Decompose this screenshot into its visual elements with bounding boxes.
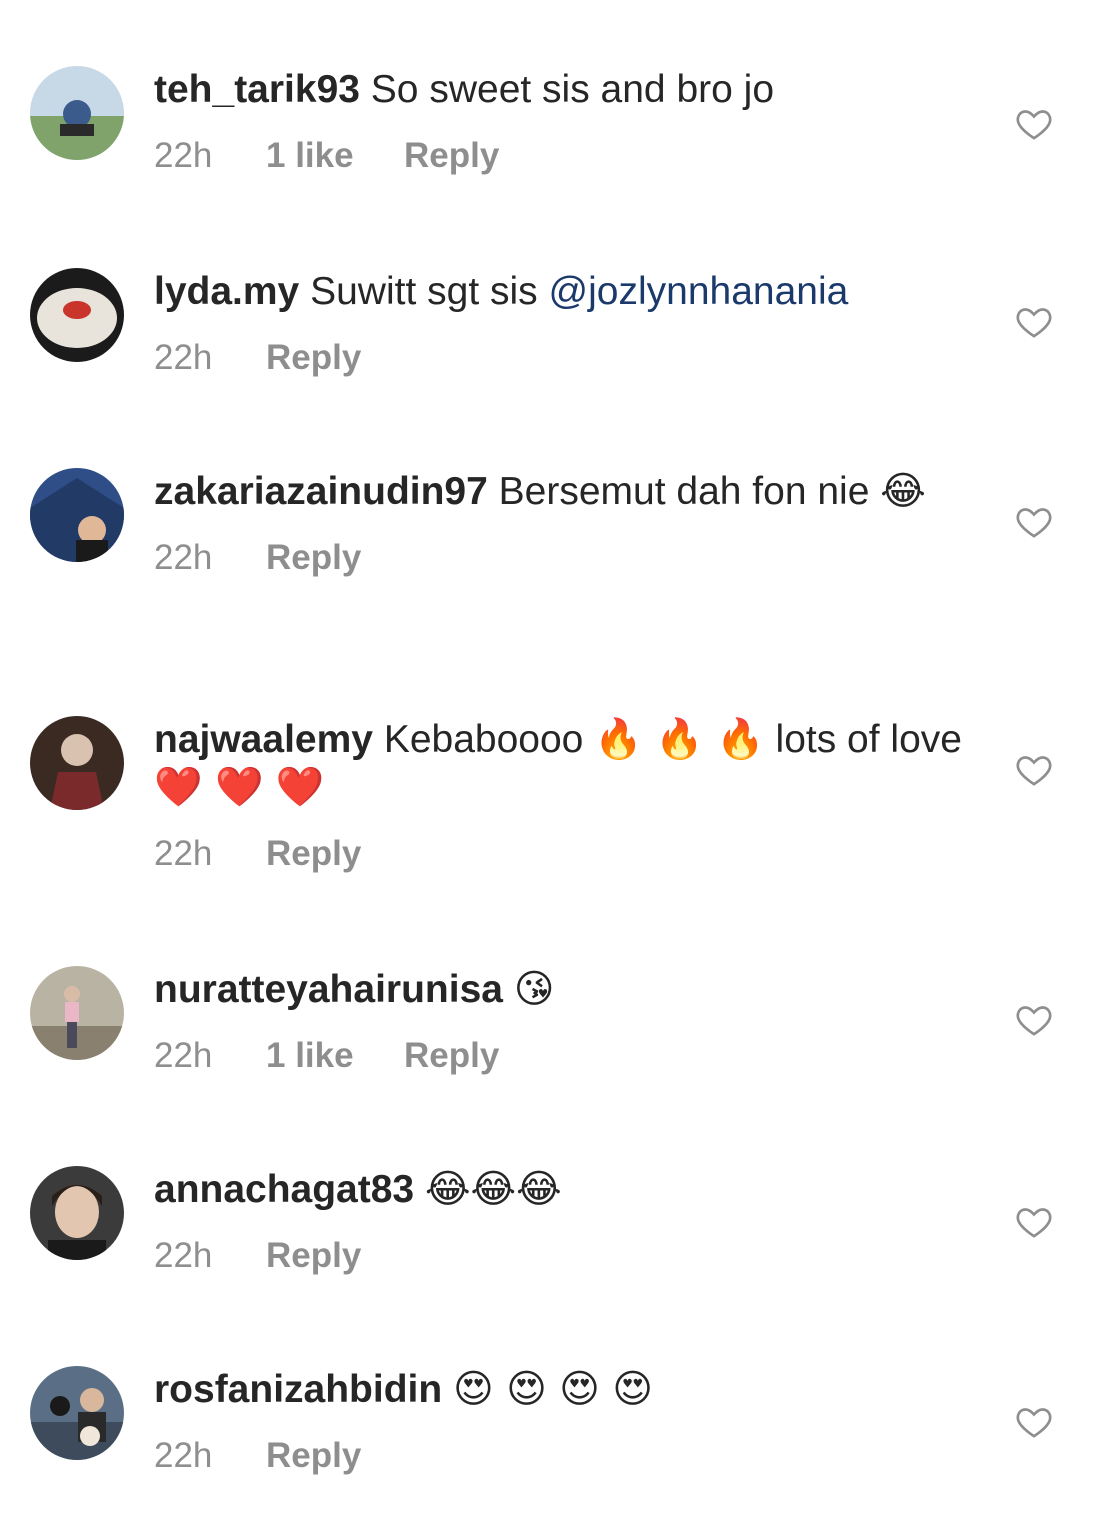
emoji-laughing: 😂😂😂: [424, 1167, 562, 1212]
comment-body: najwaalemy Kebaboooo 🔥 🔥 🔥 lots of love …: [154, 716, 964, 874]
avatar[interactable]: [30, 966, 124, 1060]
comment-text: najwaalemy Kebaboooo 🔥 🔥 🔥 lots of love …: [154, 716, 964, 812]
comment-username[interactable]: najwaalemy: [154, 718, 373, 761]
comment-body: nuratteyahairunisa 😘 22h 1 like Reply: [154, 966, 964, 1076]
comment-message: Kebaboooo: [383, 718, 584, 761]
comment-meta: 22h Reply: [154, 338, 964, 378]
comment-meta: 22h Reply: [154, 538, 964, 578]
comment-username[interactable]: lyda.my: [154, 270, 299, 313]
comment-meta: 22h Reply: [154, 1436, 964, 1476]
comment-body: rosfanizahbidin 😍 😍 😍 😍 22h Reply: [154, 1366, 964, 1476]
emoji-fire: 🔥 🔥 🔥: [594, 717, 765, 762]
reply-button[interactable]: Reply: [266, 1236, 361, 1276]
comment-body: zakariazainudin97 Bersemut dah fon nie 😂…: [154, 468, 964, 578]
comment-username[interactable]: rosfanizahbidin: [154, 1368, 442, 1411]
comment-text: lyda.my Suwitt sgt sis @jozlynnhanania: [154, 268, 964, 316]
reply-button[interactable]: Reply: [404, 136, 499, 176]
avatar[interactable]: [30, 66, 124, 160]
comment-username[interactable]: nuratteyahairunisa: [154, 968, 503, 1011]
reply-button[interactable]: Reply: [266, 538, 361, 578]
comment-message: So sweet sis and bro jo: [370, 68, 775, 111]
comment-body: annachagat83 😂😂😂 22h Reply: [154, 1166, 964, 1276]
comment-message: Bersemut dah fon nie: [498, 470, 870, 513]
reply-button[interactable]: Reply: [404, 1036, 499, 1076]
emoji-heart-eyes: 😍 😍 😍 😍: [453, 1367, 653, 1412]
comment-meta: 22h Reply: [154, 1236, 964, 1276]
heart-outline-icon[interactable]: [1014, 1402, 1054, 1442]
comment-text: teh_tarik93 So sweet sis and bro jo: [154, 66, 964, 114]
comment-time: 22h: [154, 834, 213, 873]
comment-message-2: lots of love: [775, 718, 962, 761]
comment-meta: 22h 1 like Reply: [154, 136, 964, 176]
comment-time: 22h: [154, 136, 213, 175]
comment-body: lyda.my Suwitt sgt sis @jozlynnhanania 2…: [154, 268, 964, 378]
heart-outline-icon[interactable]: [1014, 750, 1054, 790]
heart-outline-icon[interactable]: [1014, 1000, 1054, 1040]
heart-outline-icon[interactable]: [1014, 1202, 1054, 1242]
comment-text: nuratteyahairunisa 😘: [154, 966, 964, 1014]
comment-mention[interactable]: @jozlynnhanania: [549, 270, 849, 313]
comment-text: zakariazainudin97 Bersemut dah fon nie 😂: [154, 468, 964, 516]
reply-button[interactable]: Reply: [266, 338, 361, 378]
comment-text: annachagat83 😂😂😂: [154, 1166, 964, 1214]
comment-time: 22h: [154, 1036, 213, 1075]
avatar[interactable]: [30, 716, 124, 810]
avatar[interactable]: [30, 1366, 124, 1460]
comment-text: rosfanizahbidin 😍 😍 😍 😍: [154, 1366, 964, 1414]
emoji-laughing: 😂: [880, 469, 926, 514]
emoji-kiss: 😘: [513, 967, 555, 1012]
comment-username[interactable]: annachagat83: [154, 1168, 414, 1211]
comment-time: 22h: [154, 338, 213, 377]
comment-likes[interactable]: 1 like: [266, 136, 404, 176]
reply-button[interactable]: Reply: [266, 834, 361, 874]
comment-likes[interactable]: 1 like: [266, 1036, 404, 1076]
heart-outline-icon[interactable]: [1014, 104, 1054, 144]
comment-username[interactable]: teh_tarik93: [154, 68, 360, 111]
comment-username[interactable]: zakariazainudin97: [154, 470, 488, 513]
heart-outline-icon[interactable]: [1014, 302, 1054, 342]
emoji-heart: ❤️ ❤️ ❤️: [154, 765, 325, 810]
avatar[interactable]: [30, 1166, 124, 1260]
comment-message: Suwitt sgt sis: [310, 270, 538, 313]
comment-body: teh_tarik93 So sweet sis and bro jo 22h …: [154, 66, 964, 176]
comment-meta: 22h Reply: [154, 834, 964, 874]
avatar[interactable]: [30, 468, 124, 562]
reply-button[interactable]: Reply: [266, 1436, 361, 1476]
heart-outline-icon[interactable]: [1014, 502, 1054, 542]
comment-meta: 22h 1 like Reply: [154, 1036, 964, 1076]
avatar[interactable]: [30, 268, 124, 362]
comment-time: 22h: [154, 538, 213, 577]
comment-time: 22h: [154, 1436, 213, 1475]
comment-time: 22h: [154, 1236, 213, 1275]
